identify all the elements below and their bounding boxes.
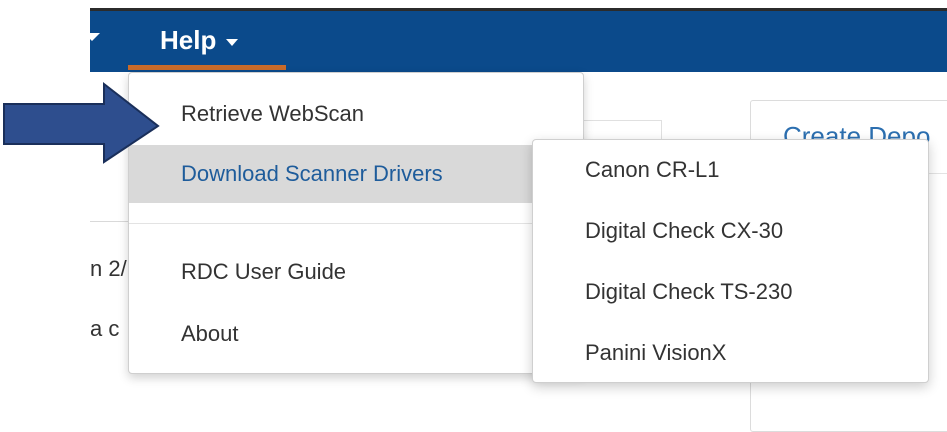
submenu-item-canon-cr-l1[interactable]: Canon CR-L1 — [533, 140, 928, 200]
background-text: a c — [90, 316, 120, 341]
scanner-drivers-submenu: Canon CR-L1 Digital Check CX-30 Digital … — [532, 139, 929, 383]
chevron-down-icon[interactable] — [84, 33, 100, 41]
menu-item-retrieve-webscan[interactable]: Retrieve WebScan — [129, 85, 583, 143]
submenu-item-digital-check-ts-230[interactable]: Digital Check TS-230 — [533, 262, 928, 322]
help-menu-toggle[interactable]: Help — [160, 20, 239, 60]
active-menu-underline — [128, 65, 286, 70]
help-dropdown-menu: Retrieve WebScan Download Scanner Driver… — [128, 72, 584, 374]
submenu-item-digital-check-cx-30[interactable]: Digital Check CX-30 — [533, 201, 928, 261]
menu-item-download-scanner-drivers[interactable]: Download Scanner Drivers — [129, 145, 583, 203]
menu-item-about[interactable]: About — [129, 305, 583, 363]
menu-item-rdc-user-guide[interactable]: RDC User Guide — [129, 243, 583, 301]
help-menu-label[interactable]: Help — [160, 20, 216, 60]
submenu-item-panini-visionx[interactable]: Panini VisionX — [533, 323, 928, 383]
caret-down-icon[interactable] — [226, 38, 239, 46]
menu-divider — [129, 223, 583, 224]
annotation-arrow-icon — [3, 81, 160, 164]
background-text: n 2/ — [90, 256, 127, 281]
